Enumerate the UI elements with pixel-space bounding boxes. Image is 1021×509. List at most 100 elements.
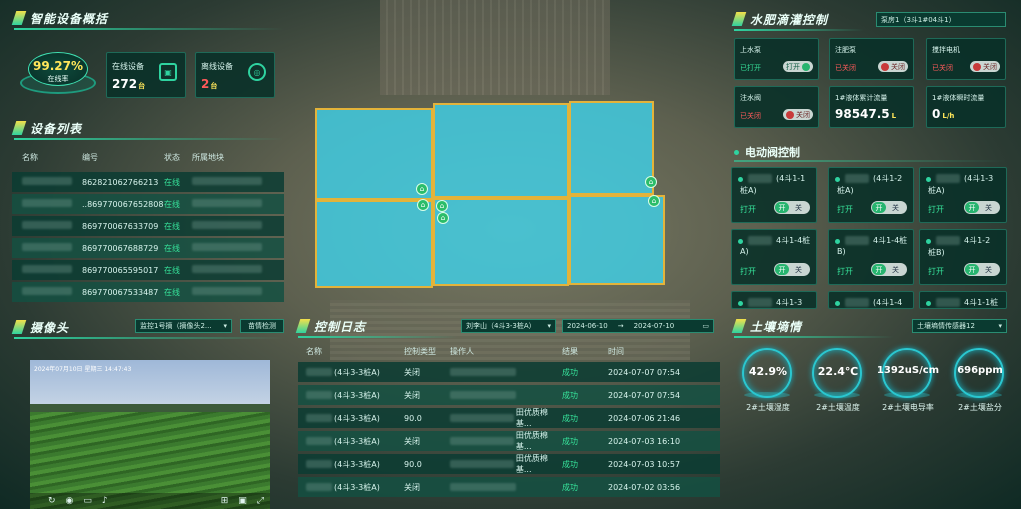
- fullscreen-icon[interactable]: ⤢: [257, 496, 264, 506]
- device-status: 在线: [164, 287, 180, 297]
- soil-title: 土壤墒情: [731, 316, 802, 336]
- valve-toggle[interactable]: 开关: [871, 201, 907, 214]
- valve-toggle[interactable]: 开关: [964, 201, 1000, 214]
- table-row[interactable]: (4斗3-3桩A) 关闭 成功 2024-07-07 07:54: [298, 385, 720, 405]
- soil-gauge: 1392uS/cm 2#土壤电导率: [877, 348, 939, 418]
- valve-card: (4斗1-2 桩A) 打开开关: [828, 167, 914, 223]
- valve-toggle[interactable]: 开关: [774, 201, 810, 214]
- table-row[interactable]: (4斗3-3桩A) 关闭 田优质棉基... 成功 2024-07-03 16:10: [298, 431, 720, 451]
- pump-station-select[interactable]: 泵房1（3斗1#04斗1）: [876, 12, 1006, 27]
- valve-card: 4斗1-1桩: [919, 291, 1007, 309]
- device-status: 在线: [164, 243, 180, 253]
- pump-toggle[interactable]: 关闭: [783, 109, 813, 120]
- soil-gauge-label: 2#土壤盐分: [958, 403, 1002, 412]
- device-pin-icon[interactable]: ⌂: [648, 195, 660, 207]
- soil-gauge: 42.9% 2#土壤湿度: [738, 348, 798, 418]
- valve-card: (4斗1-4: [828, 291, 914, 309]
- device-list-title: 设备列表: [11, 118, 82, 138]
- pump-toggle[interactable]: 关闭: [878, 61, 908, 72]
- field-plot-5[interactable]: [433, 198, 569, 286]
- chevron-down-icon: ▾: [223, 322, 227, 330]
- offline-devices-card: 离线设备 2台 ◎: [195, 52, 275, 98]
- seedling-detect-button[interactable]: 苗情检测: [240, 319, 284, 333]
- table-row[interactable]: (4斗3-3桩A) 关闭 成功 2024-07-02 03:56: [298, 477, 720, 497]
- soil-gauge-value: 42.9%: [748, 365, 788, 378]
- device-list-table: 名称 编号 状态 所属地块: [22, 152, 224, 162]
- camera-icon[interactable]: ▭: [83, 496, 92, 506]
- camera-video[interactable]: 2024年07月10日 星期三 14:47:43 ↻ ◉ ▭ ♪ ⊞ ▣ ⤢: [30, 360, 270, 509]
- device-id: ..869770067652808: [82, 199, 164, 209]
- valve-card: (4斗1-3 桩A) 打开开关: [919, 167, 1007, 223]
- rotate-icon[interactable]: ↻: [48, 496, 56, 506]
- soil-gauge-label: 2#土壤电导率: [882, 403, 934, 412]
- table-row[interactable]: 869770067688729 在线: [12, 238, 284, 258]
- soil-gauge-label: 2#土壤温度: [816, 403, 860, 412]
- device-list-rows: 862821062766213 在线 ..869770067652808 在线 8697…: [12, 172, 284, 304]
- valve-status-dot: [926, 177, 931, 182]
- online-devices-card: 在线设备 272台 ▣: [106, 52, 186, 98]
- valve-status-dot: [835, 239, 840, 244]
- control-log-rows: (4斗3-3桩A) 关闭 成功 2024-07-07 07:54 (4斗3-3桩A) 关闭…: [298, 362, 720, 500]
- soil-gauge-value: 22.4℃: [817, 365, 859, 378]
- log-filter-select[interactable]: 刘李山（4斗3-3桩A） ▾: [461, 319, 556, 333]
- record-icon[interactable]: ◉: [66, 496, 74, 506]
- online-rate-gauge: 99.27% 在线率: [20, 50, 96, 96]
- soil-gauge: 696ppm 2#土壤盐分: [950, 348, 1010, 418]
- valve-toggle[interactable]: 开关: [871, 263, 907, 276]
- table-row[interactable]: (4斗3-3桩A) 关闭 成功 2024-07-07 07:54: [298, 362, 720, 382]
- soil-sensor-select[interactable]: 土壤墒情传感器12 ▾: [912, 319, 1007, 333]
- table-row[interactable]: ..869770067652808 在线: [12, 194, 284, 214]
- valve-status-dot: [738, 301, 743, 306]
- device-pin-icon[interactable]: ⌂: [437, 212, 449, 224]
- online-rate-value: 99.27%: [33, 59, 83, 73]
- pump-control-card: 搅拌电机 已关闭 关闭: [926, 38, 1006, 80]
- valve-title: 电动阀控制: [734, 144, 800, 160]
- table-row[interactable]: 869770067533487 在线: [12, 282, 284, 302]
- irrigation-title: 水肥滴灌控制: [731, 9, 828, 29]
- pump-toggle[interactable]: 关闭: [970, 61, 1000, 72]
- device-status: 在线: [164, 199, 180, 209]
- device-status: 在线: [164, 221, 180, 231]
- device-offline-icon: ◎: [248, 63, 266, 81]
- soil-gauge-value: 1392uS/cm: [876, 365, 940, 376]
- quality-icon[interactable]: ⊞: [221, 496, 229, 506]
- calendar-icon: ▭: [702, 322, 709, 330]
- valve-card: 4斗1-4桩 A) 打开开关: [731, 229, 817, 285]
- date-range-picker[interactable]: 2024-06-10 → 2024-07-10 ▭: [562, 319, 714, 333]
- table-row[interactable]: 862821062766213 在线: [12, 172, 284, 192]
- device-pin-icon[interactable]: ⌂: [645, 176, 657, 188]
- camera-select[interactable]: 监控1号摘（摘像头2... ▾: [135, 319, 232, 333]
- hd-icon[interactable]: ▣: [238, 496, 247, 506]
- online-rate-label: 在线率: [47, 75, 69, 83]
- device-pin-icon[interactable]: ⌂: [436, 200, 448, 212]
- field-plot-3[interactable]: [569, 101, 654, 195]
- control-log-header: 名称 控制类型 操作人 结果 时间: [306, 346, 624, 356]
- device-pin-icon[interactable]: ⌂: [416, 183, 428, 195]
- table-row[interactable]: 869770067633709 在线: [12, 216, 284, 236]
- chevron-down-icon: ▾: [998, 322, 1002, 330]
- valve-card: 4斗1-3: [731, 291, 817, 309]
- field-plot-2[interactable]: [433, 103, 569, 198]
- valve-card: 4斗1-2 桩B) 打开开关: [919, 229, 1007, 285]
- device-online-icon: ▣: [159, 63, 177, 81]
- device-status: 在线: [164, 265, 180, 275]
- field-plot-6[interactable]: [569, 195, 665, 285]
- pump-control-card: 上水泵 已打开 打开: [734, 38, 819, 80]
- device-id: 869770067633709: [82, 221, 159, 231]
- device-id: 869770067533487: [82, 287, 159, 297]
- table-row[interactable]: (4斗3-3桩A) 90.0 田优质棉基... 成功 2024-07-03 10:57: [298, 454, 720, 474]
- camera-timestamp: 2024年07月10日 星期三 14:47:43: [34, 366, 132, 373]
- field-plot-4[interactable]: [315, 200, 433, 288]
- flow-total-card: 1#液体累计流量 98547.5 L: [829, 86, 914, 128]
- valve-status-dot: [926, 301, 931, 306]
- table-row[interactable]: (4斗3-3桩A) 90.0 田优质棉基... 成功 2024-07-06 21:46: [298, 408, 720, 428]
- device-id: 862821062766213: [82, 177, 159, 187]
- pump-toggle[interactable]: 打开: [783, 61, 813, 72]
- valve-status-dot: [835, 177, 840, 182]
- table-row[interactable]: 869770065595017 在线: [12, 260, 284, 280]
- audio-icon[interactable]: ♪: [102, 496, 108, 506]
- valve-toggle[interactable]: 开关: [964, 263, 1000, 276]
- device-pin-icon[interactable]: ⌂: [417, 199, 429, 211]
- valve-status-dot: [738, 177, 743, 182]
- valve-toggle[interactable]: 开关: [774, 263, 810, 276]
